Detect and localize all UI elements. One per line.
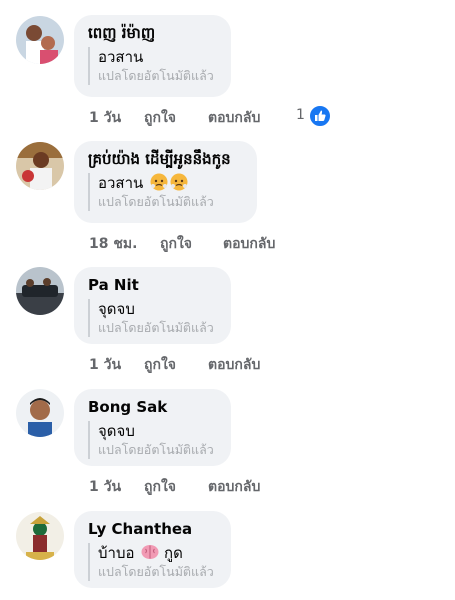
reply-button[interactable]: ตอบกลับ [208, 107, 260, 129]
comment-body: บ้าบอ กูด แปลโดยอัตโนมัติแล้ว [88, 543, 215, 581]
translation-note[interactable]: แปลโดยอัตโนมัติแล้ว [98, 319, 215, 337]
like-button[interactable]: ถูกใจ [144, 107, 176, 129]
comment-text: อวสาน [98, 174, 144, 192]
like-button[interactable]: ถูกใจ [160, 233, 192, 255]
translation-note[interactable]: แปลโดยอัตโนมัติแล้ว [98, 67, 215, 85]
comment-timestamp[interactable]: 1 วัน [89, 107, 121, 129]
reply-button[interactable]: ตอบกลับ [208, 476, 260, 498]
comment-bubble: Pa Nit จุดจบ แปลโดยอัตโนมัติแล้ว [74, 267, 231, 344]
avatar[interactable] [16, 16, 64, 64]
reply-button[interactable]: ตอบกลับ [208, 354, 260, 376]
comment-text: บ้าบอ [98, 544, 135, 562]
like-button[interactable]: ถูกใจ [144, 476, 176, 498]
commenter-name[interactable]: Pa Nit [88, 275, 215, 295]
translation-note[interactable]: แปลโดยอัตโนมัติแล้ว [98, 193, 241, 211]
avatar[interactable] [16, 512, 64, 560]
avatar[interactable] [16, 389, 64, 437]
commenter-name[interactable]: Bong Sak [88, 397, 215, 417]
translation-note[interactable]: แปลโดยอัตโนมัติแล้ว [98, 441, 215, 459]
like-button[interactable]: ถูกใจ [144, 354, 176, 376]
avatar[interactable] [16, 267, 64, 315]
comment-body: จุดจบ แปลโดยอัตโนมัติแล้ว [88, 299, 215, 337]
comment-body: อวสาน แปลโดยอัตโนมัติแล้ว [88, 47, 215, 85]
comment-timestamp[interactable]: 18 ชม. [89, 233, 137, 255]
comment-bubble: Bong Sak จุดจบ แปลโดยอัตโนมัติแล้ว [74, 389, 231, 466]
commenter-name[interactable]: គ្រប់យ៉ាង ដើម្បីអូននឹងកូន [88, 149, 241, 169]
comment-timestamp[interactable]: 1 วัน [89, 476, 121, 498]
like-thumbs-up-icon[interactable] [308, 104, 332, 128]
comment-text-line: อวสาน [98, 173, 241, 193]
comment-text: อวสาน [98, 48, 144, 66]
comment-text: จุดจบ [98, 300, 135, 318]
commenter-name[interactable]: Ly Chanthea [88, 519, 215, 539]
comment-body: อวสาน แปลโดยอัตโนมัติแล้ว [88, 173, 241, 211]
reply-button[interactable]: ตอบกลับ [223, 233, 275, 255]
avatar[interactable] [16, 142, 64, 190]
triumph-face-emoji [170, 173, 188, 191]
translation-note[interactable]: แปลโดยอัตโนมัติแล้ว [98, 563, 215, 581]
comment-bubble: ពេញ រ៉ម៉ាញ อวสาน แปลโดยอัตโนมัติแล้ว [74, 15, 231, 97]
comment-body: จุดจบ แปลโดยอัตโนมัติแล้ว [88, 421, 215, 459]
comment-text-line: บ้าบอ กูด [98, 543, 215, 563]
comment-bubble: Ly Chanthea บ้าบอ กูด แปลโดยอัตโนมัติแล้… [74, 511, 231, 588]
commenter-name[interactable]: ពេញ រ៉ម៉ាញ [88, 23, 215, 43]
brain-emoji [141, 543, 159, 561]
reaction-count[interactable]: 1 [296, 107, 305, 123]
comment-text: จุดจบ [98, 422, 135, 440]
comment-text-suffix: กูด [164, 544, 183, 562]
comment-bubble: គ្រប់យ៉ាង ដើម្បីអូននឹងកូន อวสาน แปลโดยอั… [74, 141, 257, 223]
comment-timestamp[interactable]: 1 วัน [89, 354, 121, 376]
triumph-face-emoji [150, 173, 168, 191]
